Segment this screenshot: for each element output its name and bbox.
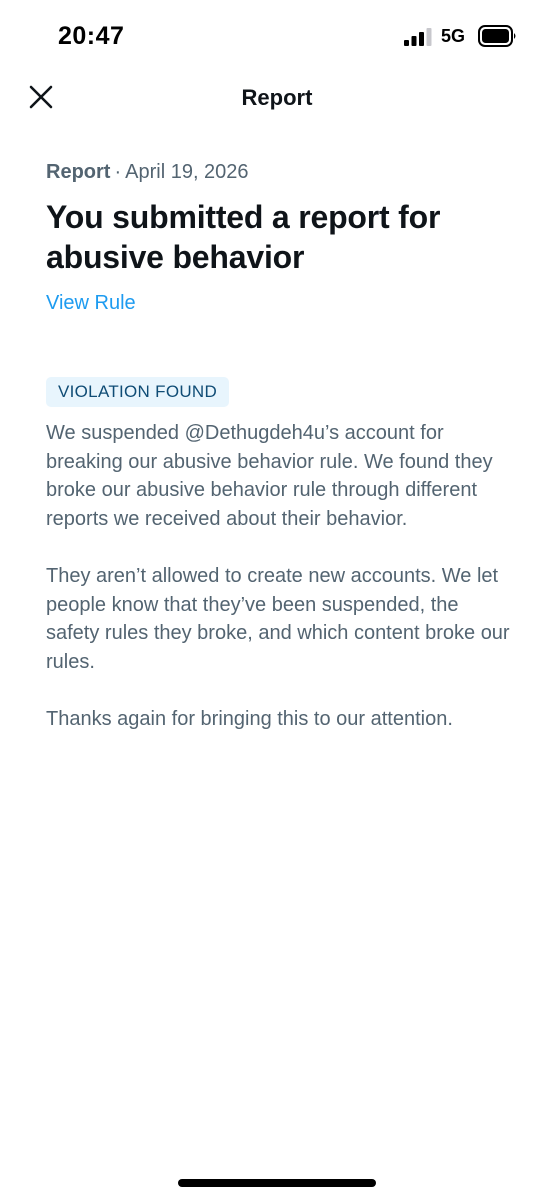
status-bar: 20:47 5G (0, 0, 554, 70)
report-type-label: Report (46, 161, 111, 183)
home-indicator[interactable] (178, 1179, 376, 1187)
report-paragraph-1: We suspended @Dethugdeh4u’s account for … (46, 422, 493, 530)
status-time: 20:47 (58, 22, 125, 50)
view-rule-link[interactable]: View Rule (46, 289, 136, 317)
report-meta: Report · April 19, 2026 (46, 157, 514, 187)
report-screen: 20:47 5G Report Report · April 19, 2026 Yo… (0, 0, 554, 1199)
battery-icon (478, 25, 516, 47)
violation-status-badge: VIOLATION FOUND (46, 377, 230, 407)
meta-separator: · (114, 161, 122, 183)
report-paragraph-2: They aren’t allowed to create new accoun… (46, 565, 510, 673)
report-paragraph-3: Thanks again for bringing this to our at… (46, 708, 453, 730)
report-detail: Report · April 19, 2026 You submitted a re… (46, 157, 514, 734)
page-header-title: Report (241, 85, 313, 110)
cellular-signal-icon (404, 28, 432, 46)
top-app-bar: Report (0, 70, 554, 130)
report-title: You submitted a report for abusive behav… (46, 199, 441, 275)
report-date: April 19, 2026 (125, 161, 249, 183)
network-type-label: 5G (441, 26, 466, 46)
